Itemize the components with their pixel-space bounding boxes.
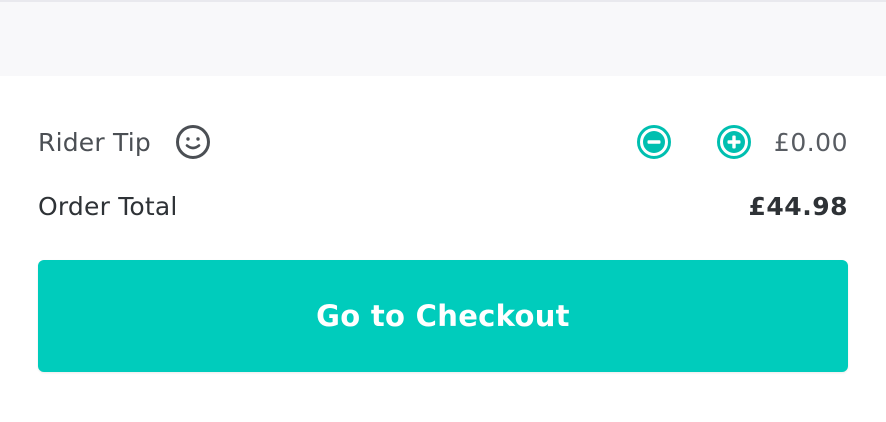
go-to-checkout-button[interactable]: Go to Checkout [38, 260, 848, 372]
order-summary: Rider Tip £0.00 Order Total £44.98 Go to… [0, 76, 886, 422]
increase-tip-button[interactable] [716, 124, 752, 160]
rider-tip-row: Rider Tip £0.00 [38, 122, 848, 162]
rider-tip-amount: £0.00 [773, 127, 848, 157]
decrease-tip-button[interactable] [636, 124, 672, 160]
order-total-amount: £44.98 [748, 191, 848, 221]
order-total-row: Order Total £44.98 [38, 186, 848, 226]
rider-tip-label: Rider Tip [38, 127, 151, 157]
plus-circle-icon [716, 125, 751, 159]
previous-section-band [0, 0, 886, 76]
minus-circle-icon [636, 125, 671, 159]
order-total-label: Order Total [38, 191, 178, 221]
smiley-face-icon [175, 124, 211, 160]
